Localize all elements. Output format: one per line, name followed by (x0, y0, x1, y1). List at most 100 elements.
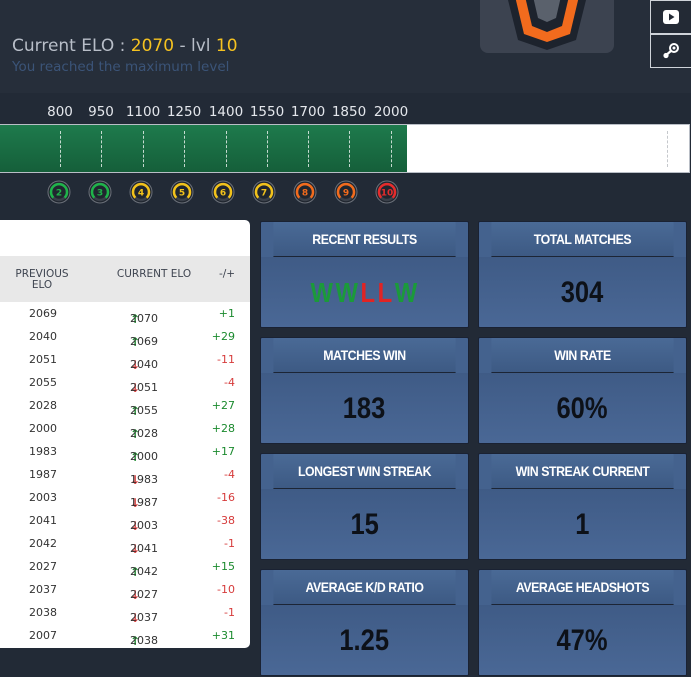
card-body: WWLLW (261, 257, 468, 327)
table-row: 1987 ↓ 1983 -4 (0, 463, 250, 487)
elo-threshold-marker (60, 131, 61, 167)
elo-change-cell: +1 (218, 307, 235, 320)
current-elo-value: 2070 (130, 312, 158, 325)
card-title: AVERAGE K/D RATIO (273, 570, 456, 605)
level-5-icon: 5 (170, 180, 194, 204)
profile-header: Current ELO : 2070 - lvl 10 You reached … (0, 0, 691, 93)
table-row: 2069 ↑ 2070 +1 (0, 302, 250, 326)
elo-value: 2070 (130, 36, 175, 56)
previous-elo-cell: 2027 (29, 560, 57, 573)
total-matches-card: TOTAL MATCHES 304 (478, 221, 687, 328)
level-label: 9 (343, 189, 349, 199)
diff-header: -/+ (218, 268, 236, 280)
table-row: 2055 ↓ 2051 -4 (0, 371, 250, 395)
elo-change-cell: +28 (211, 422, 235, 435)
card-title: LONGEST WIN STREAK (273, 454, 456, 489)
previous-elo-cell: 2042 (29, 537, 57, 550)
win-rate-value: 60% (556, 391, 609, 425)
level-7-icon: 7 (252, 180, 276, 204)
elo-change-cell: -1 (224, 606, 235, 619)
current-elo-value: 2027 (130, 588, 158, 601)
matches-win-value: 183 (343, 391, 386, 425)
youtube-play-icon (663, 10, 679, 24)
youtube-button[interactable] (650, 0, 691, 34)
average-kd-ratio-value: 1.25 (339, 623, 390, 657)
longest-win-streak-value: 15 (350, 507, 379, 541)
result-win: W (394, 276, 419, 308)
table-row: 2042 ↓ 2041 -1 (0, 532, 250, 556)
level-label: 8 (302, 189, 308, 199)
card-title: AVERAGE HEADSHOTS (491, 570, 674, 605)
result-loss: L (360, 276, 377, 308)
previous-elo-cell: 2041 (29, 514, 57, 527)
current-elo-value: 2037 (130, 611, 158, 624)
previous-elo-cell: 2040 (29, 330, 57, 343)
level-label: 3 (97, 189, 103, 199)
max-level-message: You reached the maximum level (12, 59, 230, 75)
current-elo-value: 2055 (130, 404, 158, 417)
average-headshots-value: 47% (556, 623, 609, 657)
previous-elo-cell: 2051 (29, 353, 57, 366)
table-row: 2000 ↑ 2028 +28 (0, 417, 250, 441)
previous-elo-header: PREVIOUS ELO (15, 268, 69, 291)
result-win: W (310, 276, 335, 308)
level-10-icon: 10 (375, 180, 399, 204)
card-body: 60% (479, 373, 686, 443)
previous-elo-cell: 2055 (29, 376, 57, 389)
elo-threshold-marker (391, 131, 392, 167)
elo-threshold-marker (226, 131, 227, 167)
previous-elo-cell: 2037 (29, 583, 57, 596)
elo-change-cell: -4 (224, 468, 235, 481)
matches-win-card: MATCHES WIN 183 (260, 337, 469, 444)
elo-progress-bar (0, 124, 690, 173)
table-row: 2007 ↑ 2038 +31 (0, 624, 250, 648)
total-matches-value: 304 (561, 275, 604, 309)
table-row: 2040 ↑ 2069 +29 (0, 325, 250, 349)
elo-tick: 1250 (166, 104, 202, 120)
card-body: 304 (479, 257, 686, 327)
level-8-icon: 8 (293, 180, 317, 204)
recent-results-card: RECENT RESULTS WWLLW (260, 221, 469, 328)
elo-change-cell: +15 (211, 560, 235, 573)
card-body: 15 (261, 489, 468, 559)
card-body: 47% (479, 605, 686, 675)
elo-tick: 1850 (331, 104, 367, 120)
elo-threshold-marker (184, 131, 185, 167)
elo-tick: 1400 (208, 104, 244, 120)
elo-change-cell: +31 (211, 629, 235, 642)
current-elo-value: 2042 (130, 565, 158, 578)
current-elo-value: 1987 (130, 496, 158, 509)
card-body: 1.25 (261, 605, 468, 675)
level-label: 10 (381, 189, 394, 199)
previous-elo-cell: 2028 (29, 399, 57, 412)
result-loss: L (377, 276, 394, 308)
current-elo-value: 2041 (130, 542, 158, 555)
previous-elo-cell: 2000 (29, 422, 57, 435)
current-elo-value: 1983 (130, 473, 158, 486)
elo-threshold-marker (349, 131, 350, 167)
elo-tick: 1550 (249, 104, 285, 120)
current-elo-value: 2069 (130, 335, 158, 348)
elo-threshold-marker (308, 131, 309, 167)
current-elo-value: 2051 (130, 381, 158, 394)
average-kd-ratio-card: AVERAGE K/D RATIO 1.25 (260, 569, 469, 676)
table-row: 2038 ↓ 2037 -1 (0, 601, 250, 625)
current-elo-value: 2038 (130, 634, 158, 647)
level-3-icon: 3 (88, 180, 112, 204)
elo-change-cell: +29 (211, 330, 235, 343)
previous-elo-cell: 2007 (29, 629, 57, 642)
elo-threshold-marker (143, 131, 144, 167)
steam-button[interactable] (650, 34, 691, 68)
card-body: 183 (261, 373, 468, 443)
win-streak-current-value: 1 (575, 507, 590, 541)
level-label: 5 (179, 189, 185, 199)
win-streak-current-card: WIN STREAK CURRENT 1 (478, 453, 687, 560)
elo-change-cell: -38 (217, 514, 235, 527)
steam-icon (663, 43, 679, 59)
level-4-icon: 4 (129, 180, 153, 204)
level-2-icon: 2 (47, 180, 71, 204)
elo-change-cell: +27 (211, 399, 235, 412)
table-row: 2003 ↓ 1987 -16 (0, 486, 250, 510)
card-title: TOTAL MATCHES (491, 222, 674, 257)
current-elo-header: CURRENT ELO (116, 268, 192, 280)
